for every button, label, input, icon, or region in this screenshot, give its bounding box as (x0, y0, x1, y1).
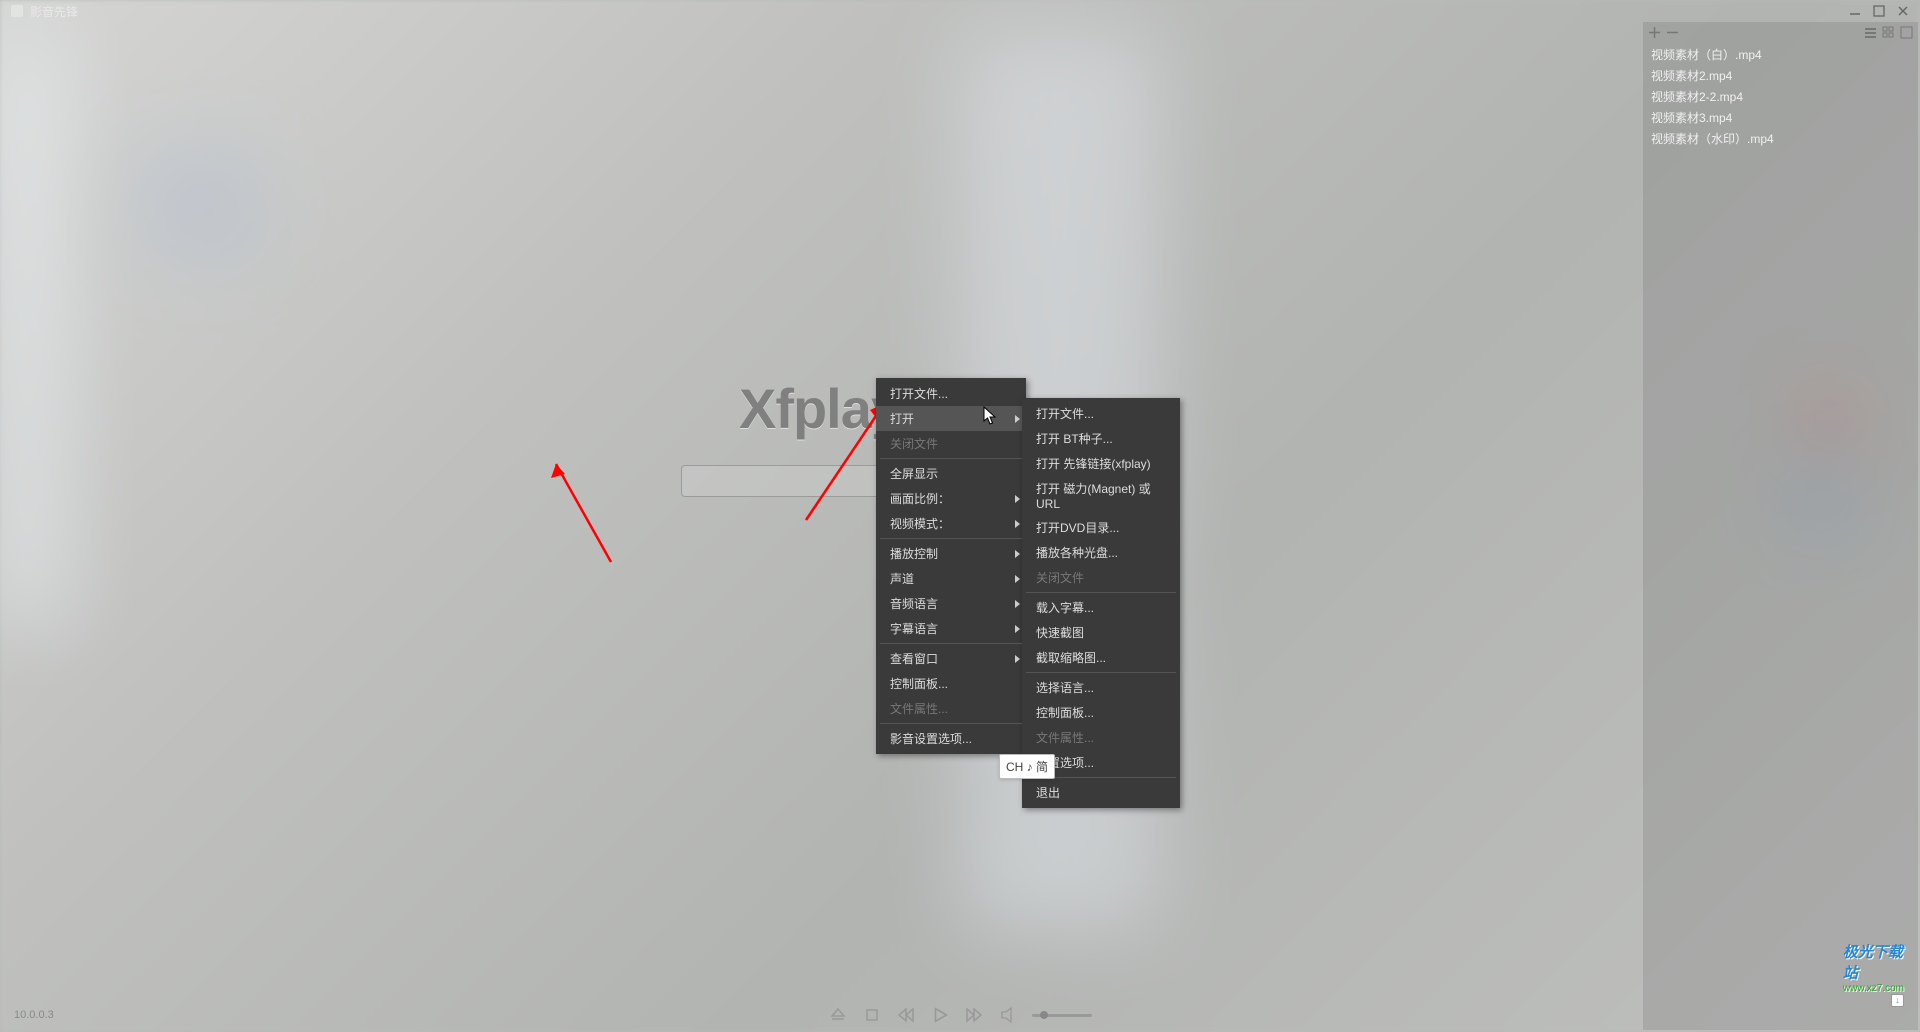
main-area: Xfplay (0, 0, 1640, 992)
playlist-item[interactable]: 视频素材3.mp4 (1643, 107, 1918, 128)
playlist-view3-button[interactable] (1899, 25, 1914, 40)
watermark: 极光下载站 www.xz7.com↓ (1843, 941, 1904, 1007)
bottom-bar: 10.0.0.3 极光下载站 www.xz7.com↓ (0, 998, 1920, 1032)
context-menu-main[interactable]: 打开文件...打开关闭文件全屏显示画面比例：视频模式： 播放控制声道音频语言字幕语… (876, 378, 1026, 754)
menu-item[interactable]: 选择语言... (1022, 675, 1180, 700)
menu-item[interactable]: 声道 (876, 566, 1026, 591)
menu-item: 文件属性... (876, 696, 1026, 721)
menu-item[interactable]: 影音设置选项... (876, 726, 1026, 751)
download-icon: ↓ (1891, 994, 1904, 1007)
playlist-panel: 视频素材（白）.mp4视频素材2.mp4视频素材2-2.mp4视频素材3.mp4… (1643, 22, 1918, 1030)
menu-item[interactable]: 音频语言 (876, 591, 1026, 616)
playlist-remove-button[interactable] (1665, 25, 1680, 40)
playlist-item[interactable]: 视频素材（水印）.mp4 (1643, 128, 1918, 149)
menu-item[interactable]: 打开DVD目录... (1022, 515, 1180, 540)
cursor-icon (983, 406, 997, 426)
playlist-toolbar (1643, 22, 1918, 42)
menu-item[interactable]: 全屏显示 (876, 461, 1026, 486)
ime-text: CH ♪ 简 (1006, 758, 1048, 775)
menu-item[interactable]: 载入字幕... (1022, 595, 1180, 620)
minimize-button[interactable] (1848, 4, 1862, 18)
playlist-items: 视频素材（白）.mp4视频素材2.mp4视频素材2-2.mp4视频素材3.mp4… (1643, 42, 1918, 151)
playlist-view1-button[interactable] (1863, 25, 1878, 40)
next-button[interactable] (964, 1005, 984, 1025)
menu-item: 关闭文件 (876, 431, 1026, 456)
play-button[interactable] (930, 1005, 950, 1025)
menu-item[interactable]: 打开 (876, 406, 1026, 431)
menu-item: 关闭文件 (1022, 565, 1180, 590)
playlist-item[interactable]: 视频素材2.mp4 (1643, 65, 1918, 86)
menu-item[interactable]: 字幕语言 (876, 616, 1026, 641)
menu-item[interactable]: 打开文件... (1022, 401, 1180, 426)
close-button[interactable] (1896, 4, 1910, 18)
playlist-item[interactable]: 视频素材（白）.mp4 (1643, 44, 1918, 65)
menu-item[interactable]: 打开 先锋链接(xfplay) (1022, 451, 1180, 476)
player-controls (828, 1005, 1092, 1025)
version-label: 10.0.0.3 (14, 1009, 54, 1021)
watermark-text: 极光下载站 (1843, 944, 1903, 982)
menu-item[interactable]: 画面比例： (876, 486, 1026, 511)
stop-button[interactable] (862, 1005, 882, 1025)
eject-button[interactable] (828, 1005, 848, 1025)
playlist-view2-button[interactable] (1881, 25, 1896, 40)
maximize-button[interactable] (1872, 4, 1886, 18)
menu-item[interactable]: 打开 BT种子... (1022, 426, 1180, 451)
menu-item[interactable]: 打开文件... (876, 381, 1026, 406)
volume-slider[interactable] (1032, 1014, 1092, 1017)
menu-item[interactable]: 播放控制 (876, 541, 1026, 566)
ime-indicator[interactable]: CH ♪ 简 (999, 754, 1055, 779)
menu-item[interactable]: 控制面板... (1022, 700, 1180, 725)
playlist-item[interactable]: 视频素材2-2.mp4 (1643, 86, 1918, 107)
mute-button[interactable] (998, 1005, 1018, 1025)
menu-item[interactable]: 快速截图 (1022, 620, 1180, 645)
menu-item: 文件属性... (1022, 725, 1180, 750)
menu-item[interactable]: 视频模式： (876, 511, 1026, 536)
menu-item[interactable]: 退出 (1022, 780, 1180, 805)
menu-item[interactable]: 控制面板... (876, 671, 1026, 696)
menu-item[interactable]: 播放各种光盘... (1022, 540, 1180, 565)
menu-item[interactable]: 截取缩略图... (1022, 645, 1180, 670)
prev-button[interactable] (896, 1005, 916, 1025)
playlist-add-button[interactable] (1647, 25, 1662, 40)
menu-item[interactable]: 查看窗口 (876, 646, 1026, 671)
menu-item[interactable]: 打开 磁力(Magnet) 或 URL (1022, 476, 1180, 515)
context-menu-open-submenu[interactable]: 打开文件...打开 BT种子...打开 先锋链接(xfplay)打开 磁力(Ma… (1022, 398, 1180, 808)
